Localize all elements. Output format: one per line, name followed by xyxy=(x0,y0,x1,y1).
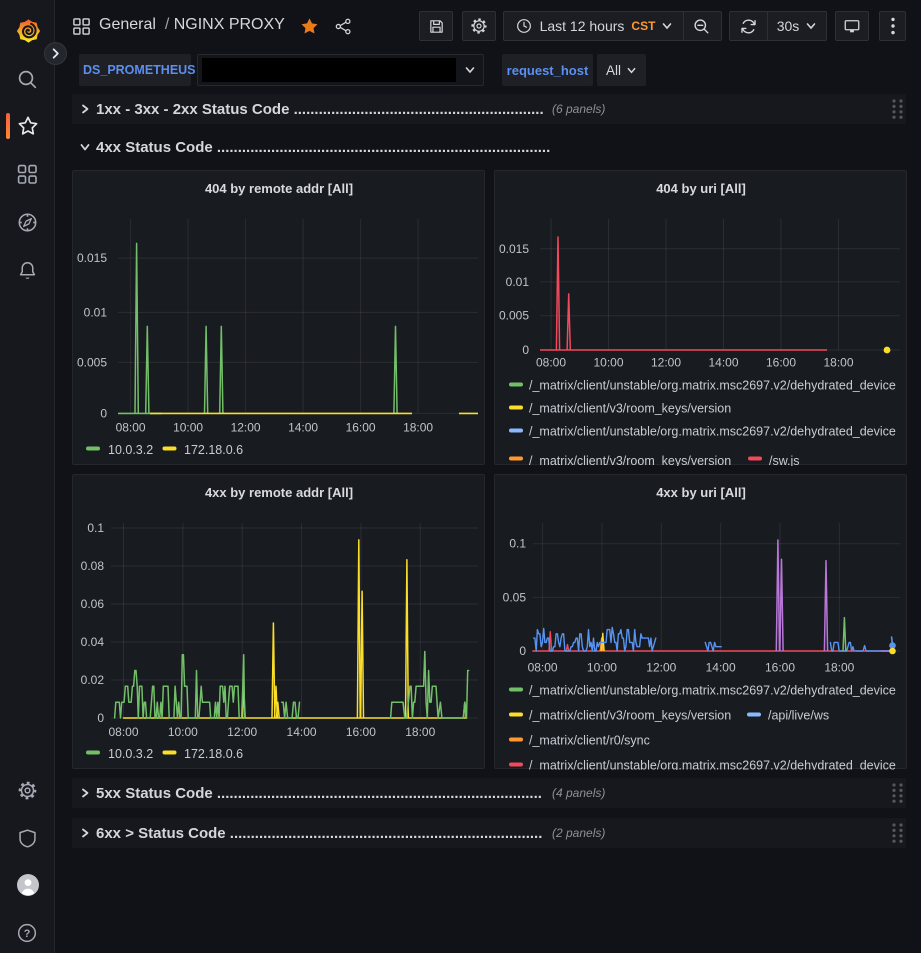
svg-text:18:00: 18:00 xyxy=(824,661,854,675)
svg-text:16:00: 16:00 xyxy=(765,661,795,675)
svg-text:0: 0 xyxy=(97,711,104,725)
svg-text:0.08: 0.08 xyxy=(81,559,105,573)
svg-text:18:00: 18:00 xyxy=(405,725,435,739)
svg-text:0.005: 0.005 xyxy=(499,309,529,323)
svg-text:18:00: 18:00 xyxy=(403,421,433,435)
svg-text:/_matrix/client/unstable/org.m: /_matrix/client/unstable/org.matrix.msc2… xyxy=(529,759,896,771)
svg-text:0.01: 0.01 xyxy=(506,275,530,289)
svg-text:14:00: 14:00 xyxy=(287,725,317,739)
svg-text:404 by remote addr [All]: 404 by remote addr [All] xyxy=(205,181,353,196)
svg-text:14:00: 14:00 xyxy=(706,661,736,675)
svg-text:0.05: 0.05 xyxy=(503,590,527,604)
svg-text:/_matrix/client/unstable/org.m: /_matrix/client/unstable/org.matrix.msc2… xyxy=(529,425,896,439)
svg-text:12:00: 12:00 xyxy=(227,725,257,739)
svg-text:0: 0 xyxy=(100,406,107,420)
svg-text:404 by uri [All]: 404 by uri [All] xyxy=(656,181,746,196)
svg-text:08:00: 08:00 xyxy=(108,725,138,739)
svg-text:0.015: 0.015 xyxy=(499,242,529,256)
svg-text:172.18.0.6: 172.18.0.6 xyxy=(184,747,243,761)
svg-text:0: 0 xyxy=(519,644,526,658)
svg-text:16:00: 16:00 xyxy=(346,421,376,435)
svg-text:12:00: 12:00 xyxy=(231,421,261,435)
svg-text:10.0.3.2: 10.0.3.2 xyxy=(108,747,153,761)
svg-text:0.1: 0.1 xyxy=(509,537,526,551)
svg-text:0.005: 0.005 xyxy=(77,355,107,369)
svg-text:0.01: 0.01 xyxy=(84,305,108,319)
svg-text:18:00: 18:00 xyxy=(823,356,853,370)
svg-text:08:00: 08:00 xyxy=(116,421,146,435)
svg-text:0.06: 0.06 xyxy=(81,597,105,611)
svg-text:/sw.js: /sw.js xyxy=(769,454,800,466)
svg-text:4xx by remote addr [All]: 4xx by remote addr [All] xyxy=(205,485,353,500)
svg-text:12:00: 12:00 xyxy=(646,661,676,675)
svg-text:10:00: 10:00 xyxy=(173,421,203,435)
svg-text:10:00: 10:00 xyxy=(587,661,617,675)
svg-text:/_matrix/client/v3/room_keys/v: /_matrix/client/v3/room_keys/version xyxy=(529,454,731,466)
svg-text:0.015: 0.015 xyxy=(77,251,107,265)
svg-text:0.04: 0.04 xyxy=(81,635,105,649)
svg-text:/api/live/ws: /api/live/ws xyxy=(768,709,829,723)
svg-text:4xx by uri [All]: 4xx by uri [All] xyxy=(656,485,746,500)
svg-text:10:00: 10:00 xyxy=(168,725,198,739)
svg-text:16:00: 16:00 xyxy=(766,356,796,370)
svg-text:0: 0 xyxy=(522,343,529,357)
svg-text:172.18.0.6: 172.18.0.6 xyxy=(184,443,243,457)
svg-text:08:00: 08:00 xyxy=(536,356,566,370)
svg-text:0.1: 0.1 xyxy=(87,521,104,535)
svg-text:10:00: 10:00 xyxy=(593,356,623,370)
svg-text:08:00: 08:00 xyxy=(528,661,558,675)
svg-text:16:00: 16:00 xyxy=(346,725,376,739)
svg-text:10.0.3.2: 10.0.3.2 xyxy=(108,443,153,457)
svg-text:?: ? xyxy=(24,928,31,940)
svg-text:14:00: 14:00 xyxy=(288,421,318,435)
svg-text:0.02: 0.02 xyxy=(81,673,105,687)
svg-text:/_matrix/client/r0/sync: /_matrix/client/r0/sync xyxy=(529,734,650,748)
svg-text:/_matrix/client/unstable/org.m: /_matrix/client/unstable/org.matrix.msc2… xyxy=(529,684,896,698)
svg-text:/_matrix/client/unstable/org.m: /_matrix/client/unstable/org.matrix.msc2… xyxy=(529,379,896,393)
svg-text:/_matrix/client/v3/room_keys/v: /_matrix/client/v3/room_keys/version xyxy=(529,402,731,416)
svg-text:14:00: 14:00 xyxy=(708,356,738,370)
svg-text:/_matrix/client/v3/room_keys/v: /_matrix/client/v3/room_keys/version xyxy=(529,709,731,723)
svg-text:12:00: 12:00 xyxy=(651,356,681,370)
